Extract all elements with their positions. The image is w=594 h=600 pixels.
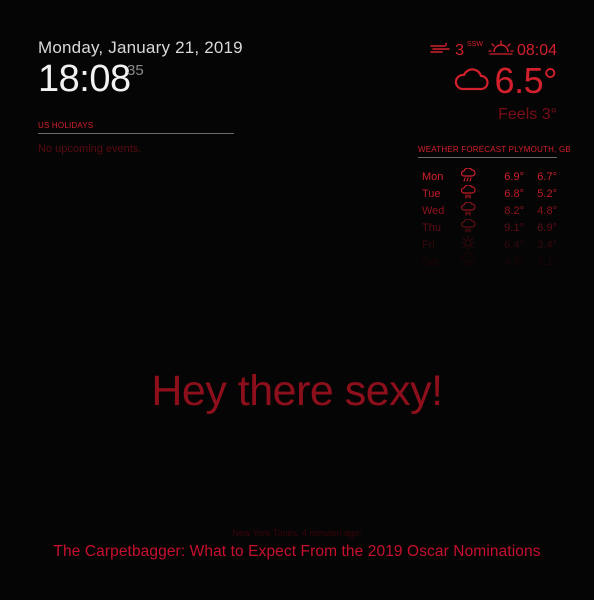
wind-speed: 3: [455, 41, 464, 59]
current-temperature: 6.5°: [494, 60, 558, 101]
forecast-table: Mon 6.9° 6.7° Tue 6.8° 5.2° Wed 8.2° 4.8° Thu 9.1°…: [418, 167, 557, 270]
forecast-min-temp: 4.8°: [537, 204, 557, 217]
forecast-row: Sat 4.9° 3.1°: [418, 252, 557, 270]
forecast-row: Thu 9.1° 6.9°: [418, 218, 557, 236]
sun-icon: [452, 235, 484, 253]
sunset-icon: [488, 40, 514, 61]
mirror-screen: Monday, January 21, 2019 18:08 35 US HOL…: [0, 0, 594, 600]
news-source: New York Times, 4 minuten ago:: [232, 528, 362, 538]
time-row: 18:08 35: [38, 59, 238, 103]
forecast-day: Thu: [422, 221, 441, 234]
date-text: Monday, January 21, 2019: [38, 38, 243, 57]
forecast-min-temp: 6.7°: [537, 170, 557, 183]
time-text: 18:08: [38, 58, 131, 100]
forecast-min-temp: 6.9°: [537, 221, 557, 234]
forecast-module: WEATHER FORECAST PLYMOUTH, GB Mon 6.9° 6.7…: [418, 145, 571, 270]
holidays-header: US HOLIDAYS: [38, 121, 234, 134]
feels-like-text: Feels 3°: [498, 106, 557, 123]
forecast-max-temp: 9.1°: [504, 221, 524, 234]
forecast-header: WEATHER FORECAST PLYMOUTH, GB: [418, 145, 571, 158]
forecast-max-temp: 8.2°: [504, 204, 524, 217]
forecast-max-temp: 6.8°: [504, 187, 524, 200]
forecast-day: Fri: [422, 238, 435, 251]
showers-icon: [452, 184, 484, 202]
forecast-day: Mon: [422, 170, 444, 183]
forecast-row: Wed 8.2° 4.8°: [418, 201, 557, 219]
holidays-module: US HOLIDAYS No upcoming events.: [38, 121, 234, 155]
showers-icon: [452, 218, 484, 236]
wind-sun-row: 3 SSW 08:04: [430, 40, 557, 61]
forecast-row: Tue 6.8° 5.2°: [418, 184, 557, 202]
temperature-row: 6.5°: [453, 60, 558, 101]
news-headline: The Carpetbagger: What to Expect From th…: [53, 543, 541, 560]
seconds-text: 35: [127, 62, 144, 79]
forecast-max-temp: 6.4°: [504, 238, 524, 251]
forecast-row: Mon 6.9° 6.7°: [418, 167, 557, 185]
forecast-day: Sat: [422, 255, 439, 268]
wind-icon: [430, 41, 452, 60]
forecast-min-temp: 5.2°: [537, 187, 557, 200]
wind-direction: SSW: [467, 41, 483, 48]
forecast-day: Wed: [422, 204, 445, 217]
showers-icon: [452, 201, 484, 219]
forecast-min-temp: 3.1°: [537, 255, 557, 268]
clock-module: Monday, January 21, 2019 18:08 35: [38, 38, 243, 103]
forecast-min-temp: 3.4°: [537, 238, 557, 251]
rain-icon: [452, 167, 484, 185]
current-weather-module: 3 SSW 08:04 6.5° Feels 3°: [377, 40, 558, 130]
compliment-text: Hey there sexy!: [151, 367, 443, 415]
forecast-row: Fri 6.4° 3.4°: [418, 235, 557, 253]
forecast-max-temp: 4.9°: [504, 255, 524, 268]
showers-icon: [452, 252, 484, 270]
sunset-time: 08:04: [516, 41, 557, 59]
cloud-icon: [453, 66, 489, 97]
forecast-day: Tue: [422, 187, 441, 200]
forecast-max-temp: 6.9°: [504, 170, 524, 183]
holidays-empty-text: No upcoming events.: [38, 143, 142, 155]
